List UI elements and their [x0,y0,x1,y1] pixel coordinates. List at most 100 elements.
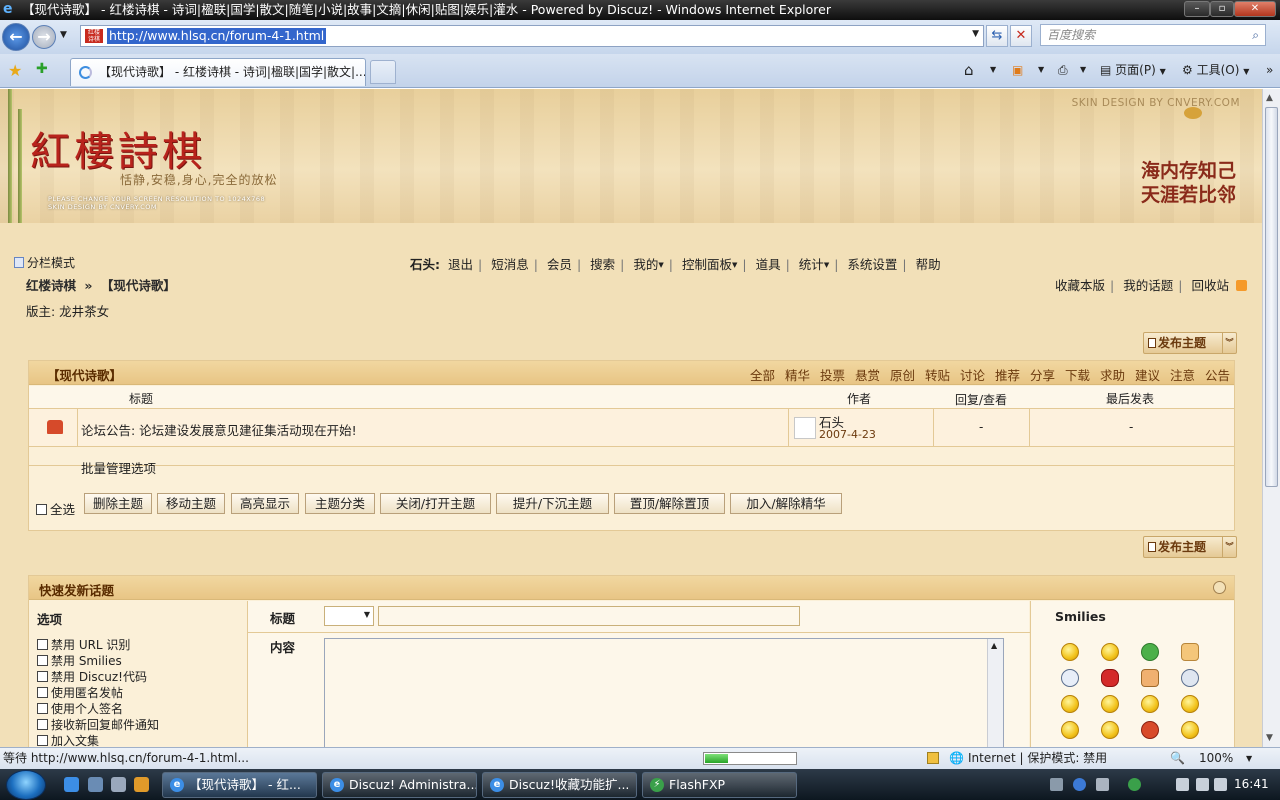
avatar[interactable] [794,417,816,439]
frog-icon[interactable] [1141,643,1159,661]
menu-help[interactable]: 帮助 [916,257,941,272]
filter-digest[interactable]: 精华 [785,368,810,383]
sticky-button[interactable]: 置顶/解除置顶 [614,493,725,514]
home-icon[interactable]: ⌂ [964,62,974,78]
filter-repost[interactable]: 转贴 [925,368,950,383]
checkbox[interactable] [37,639,48,650]
sad-icon[interactable] [1181,695,1199,713]
filter-poll[interactable]: 投票 [820,368,845,383]
address-dropdown-icon[interactable]: ▼ [972,29,979,39]
new-topic-button-top[interactable]: 发布主题 ︾ [1143,332,1237,354]
task-discuz-plugin[interactable]: e Discuz!收藏功能扩... [482,772,637,798]
feeds-icon[interactable]: ▣ [1012,62,1023,78]
move-topic-button[interactable]: 移动主题 [157,493,225,514]
app-tray-icon[interactable] [1128,778,1141,791]
maximize-button[interactable]: ▫ [1210,1,1234,17]
textarea-scrollbar[interactable]: ▲ [987,639,1003,747]
address-bar[interactable]: 红楼 诗棋 http://www.hlsq.cn/forum-4-1.html ▼ [80,25,984,47]
new-topic-button-bottom[interactable]: 发布主题 ︾ [1143,536,1237,558]
back-button[interactable]: ← [2,23,30,51]
tongue-icon[interactable] [1141,695,1159,713]
checkbox[interactable] [37,719,48,730]
zoom-dropdown-icon[interactable]: ▼ [1246,748,1252,769]
security-zone[interactable]: Internet | 保护模式: 禁用 [968,748,1107,769]
menu-search[interactable]: 搜索 [590,257,615,272]
page-scrollbar[interactable]: ▲ ▼ [1262,89,1280,747]
volume-tray-icon[interactable] [1214,778,1227,791]
confused-icon[interactable] [1181,721,1199,739]
collapse-icon[interactable] [1213,581,1226,594]
menu-tools[interactable]: 道具 [756,257,781,272]
toolbar-overflow-icon[interactable]: » [1266,62,1273,78]
tab-current-page[interactable]: 【现代诗歌】 - 红楼诗棋 - 诗词|楹联|国学|散文|... [70,58,366,86]
scrollbar-thumb[interactable] [1265,107,1278,487]
menu-messages[interactable]: 短消息 [491,257,529,272]
search-input[interactable]: 百度搜索 ⌕ [1040,24,1266,46]
grin-icon[interactable] [1101,643,1119,661]
print-dropdown-icon[interactable]: ▼ [1080,62,1086,78]
filter-download[interactable]: 下载 [1065,368,1090,383]
security-icon[interactable] [927,752,939,764]
close-open-button[interactable]: 关闭/打开主题 [380,493,491,514]
tray-icon[interactable] [1096,778,1109,791]
menu-logout[interactable]: 退出 [448,257,473,272]
menu-stats[interactable]: 统计▼ [799,257,829,272]
laugh-icon[interactable] [1101,695,1119,713]
zoom-level[interactable]: 100% [1199,748,1233,769]
stop-button[interactable]: ✕ [1010,25,1032,47]
minimize-button[interactable]: – [1184,1,1210,17]
desktop-quicklaunch-icon[interactable] [88,777,103,792]
filter-share[interactable]: 分享 [1030,368,1055,383]
menu-settings[interactable]: 系统设置 [847,257,897,272]
task-ie-current[interactable]: e 【现代诗歌】 - 红... [162,772,317,798]
switcher-quicklaunch-icon[interactable] [111,777,126,792]
chevron-down-icon[interactable]: ︾ [1222,537,1236,557]
filter-suggestion[interactable]: 建议 [1135,368,1160,383]
menu-members[interactable]: 会员 [547,257,572,272]
filter-help[interactable]: 求助 [1100,368,1125,383]
home-dropdown-icon[interactable]: ▼ [990,62,996,78]
bookmark-forum-link[interactable]: 收藏本版 [1055,278,1105,293]
select-all-control[interactable]: 全选 [36,499,75,518]
task-flashfxp[interactable]: ⚡ FlashFXP [642,772,797,798]
ie-quicklaunch-icon[interactable] [64,777,79,792]
topic-type-select[interactable]: ▼ [324,606,374,626]
favorites-star-icon[interactable]: ★ [8,61,22,80]
add-favorites-icon[interactable]: ✚ [36,61,48,77]
checkbox[interactable] [37,735,48,746]
option-disable-smilies[interactable]: 禁用 Smilies [37,652,122,669]
menu-my[interactable]: 我的▼ [633,257,663,272]
delete-topic-button[interactable]: 删除主题 [84,493,152,514]
victory-hand-icon[interactable] [1181,643,1199,661]
filter-all[interactable]: 全部 [750,368,775,383]
network-tray-icon[interactable] [1176,778,1189,791]
print-icon[interactable]: ⎙ [1058,62,1068,78]
refresh-button[interactable]: ⇆ [986,25,1008,47]
subject-input[interactable] [378,606,800,626]
checkbox[interactable] [37,671,48,682]
option-signature[interactable]: 使用个人签名 [37,700,123,717]
breadcrumb-home[interactable]: 红楼诗棋 [26,278,76,293]
category-button[interactable]: 主题分类 [305,493,375,514]
site-logo[interactable]: 紅樓詩棋 [30,119,206,177]
digest-button[interactable]: 加入/解除精华 [730,493,842,514]
checkbox[interactable] [37,655,48,666]
surprised-icon[interactable] [1061,721,1079,739]
search-icon[interactable]: ⌕ [1252,25,1259,45]
clock[interactable]: 16:41 [1234,777,1269,791]
close-button[interactable]: ✕ [1234,1,1276,17]
cry-icon[interactable] [1101,721,1119,739]
angry-icon[interactable] [1141,721,1159,739]
handshake-icon[interactable] [1141,669,1159,687]
filter-discussion[interactable]: 讨论 [960,368,985,383]
phone-icon[interactable] [1181,669,1199,687]
option-disable-discuz-code[interactable]: 禁用 Discuz!代码 [37,668,147,685]
feeds-dropdown-icon[interactable]: ▼ [1038,62,1044,78]
checkbox[interactable] [36,504,47,515]
safely-remove-tray-icon[interactable] [1196,778,1209,791]
bump-sink-button[interactable]: 提升/下沉主题 [496,493,609,514]
page-menu[interactable]: ▤ 页面(P) ▼ [1100,62,1166,80]
my-topics-link[interactable]: 我的话题 [1123,278,1173,293]
new-tab-button[interactable] [370,60,396,84]
forward-button[interactable]: → [32,25,56,49]
